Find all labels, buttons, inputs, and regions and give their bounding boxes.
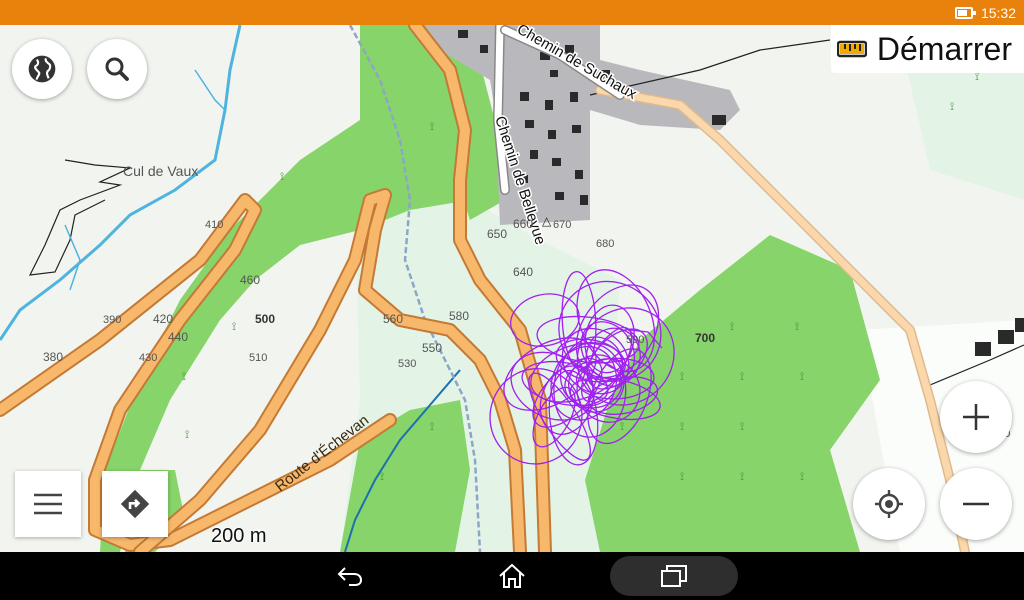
status-bar: 15:32 [0, 0, 1024, 25]
zoom-out-button[interactable] [940, 468, 1012, 540]
svg-text:⟟: ⟟ [795, 321, 799, 333]
svg-text:⟟: ⟟ [380, 471, 384, 483]
svg-text:⟟: ⟟ [740, 371, 744, 383]
svg-text:⟟: ⟟ [740, 471, 744, 483]
zoom-in-button[interactable] [940, 381, 1012, 453]
directions-button[interactable] [102, 471, 168, 537]
back-icon [337, 567, 363, 586]
navigation-bar [0, 552, 1024, 600]
layers-button[interactable] [12, 39, 72, 99]
svg-text:⟟: ⟟ [430, 421, 434, 433]
contour-label: 550 [422, 341, 442, 355]
home-icon [499, 563, 525, 588]
svg-text:⟟: ⟟ [280, 171, 284, 183]
svg-text:⟟: ⟟ [950, 101, 954, 113]
contour-label: 380 [43, 350, 63, 364]
contour-label: 640 [513, 265, 533, 279]
svg-text:⟟: ⟟ [430, 121, 434, 133]
directions-icon [120, 489, 150, 519]
contour-label: 510 [249, 352, 267, 364]
ruler-icon [836, 40, 867, 58]
contour-label: 680 [596, 238, 614, 250]
recents-button[interactable] [610, 556, 738, 596]
my-location-icon [875, 490, 903, 518]
home-button[interactable] [492, 552, 532, 600]
map-view[interactable]: ⟟ ⟟ ⟟ ⟟ ⟟ ⟟ ⟟ ⟟ ⟟ ⟟ ⟟ ⟟ ⟟ ⟟ ⟟ ⟟ ⟟ ⟟ ⟟ ⟟ Cul de Vaux Che… [0, 25, 1024, 552]
contour-label: 440 [168, 330, 188, 344]
battery-icon [954, 6, 976, 19]
contour-label: 420 [153, 312, 173, 326]
svg-text:⟟: ⟟ [800, 471, 804, 483]
svg-text:⟟: ⟟ [232, 321, 236, 333]
minus-icon [963, 502, 989, 506]
contour-label: 700 [695, 331, 715, 345]
globe-icon [28, 55, 56, 83]
svg-text:⟟: ⟟ [680, 421, 684, 433]
svg-text:⟟: ⟟ [185, 429, 189, 441]
svg-text:⟟: ⟟ [182, 371, 186, 383]
contour-label: 460 [240, 273, 260, 287]
recents-icon [661, 565, 687, 587]
contour-label: 660 [513, 217, 533, 231]
contour-label: 650 [487, 227, 507, 241]
contour-label: 580 [449, 309, 469, 323]
start-measure-button[interactable]: Démarrer [830, 25, 1024, 73]
contour-label: 670 [553, 219, 571, 231]
scale-ruler [183, 525, 307, 552]
hamburger-menu-icon [34, 493, 62, 515]
contour-label: 410 [205, 219, 223, 231]
svg-text:⟟: ⟟ [680, 371, 684, 383]
svg-text:⟟: ⟟ [620, 421, 624, 433]
scale-bar: 200 m [183, 525, 307, 552]
plus-icon [963, 404, 989, 430]
contour-label: 430 [139, 352, 157, 364]
contour-label: 560 [383, 312, 403, 326]
start-label: Démarrer [876, 30, 1012, 67]
svg-text:⟟: ⟟ [680, 471, 684, 483]
svg-text:⟟: ⟟ [740, 421, 744, 433]
contour-label: 500 [255, 312, 275, 326]
peak-marker: △ [542, 214, 552, 228]
contour-label: 390 [103, 314, 121, 326]
clock: 15:32 [980, 4, 1016, 21]
place-label: Cul de Vaux [123, 163, 198, 179]
contour-label: 530 [398, 358, 416, 370]
svg-text:⟟: ⟟ [730, 321, 734, 333]
search-button[interactable] [87, 39, 147, 99]
contour-label: 590 [626, 334, 644, 346]
my-location-button[interactable] [853, 468, 925, 540]
status-indicators: 15:32 [954, 0, 1016, 25]
svg-text:⟟: ⟟ [800, 371, 804, 383]
menu-button[interactable] [15, 471, 81, 537]
back-button[interactable] [330, 552, 370, 600]
search-icon [105, 57, 129, 81]
